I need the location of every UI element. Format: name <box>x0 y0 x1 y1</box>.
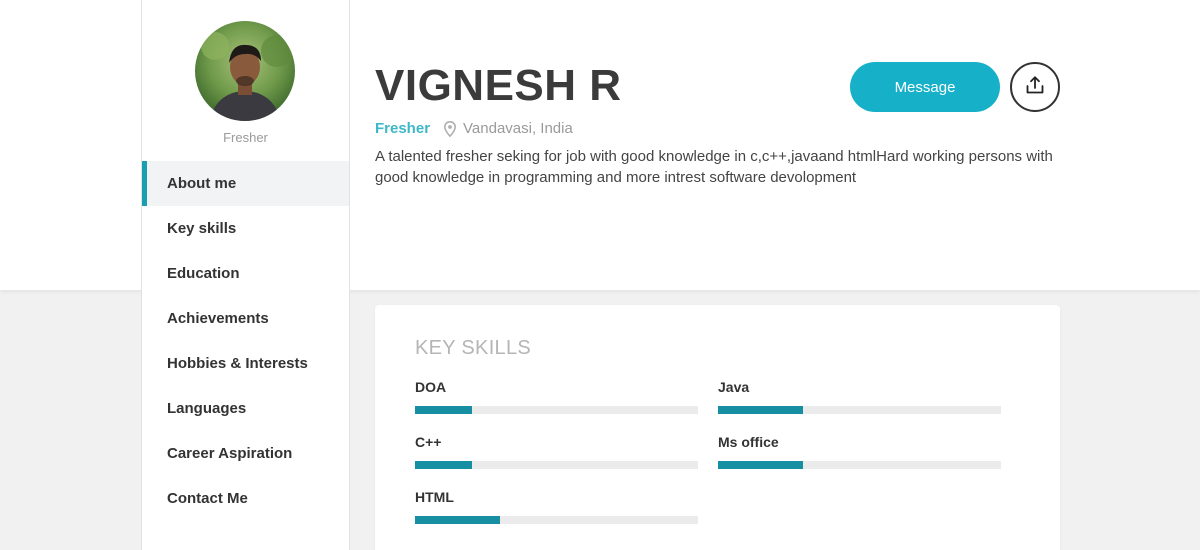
avatar-caption: Fresher <box>223 130 268 145</box>
skill-name: HTML <box>415 489 454 505</box>
sidebar-item-hobbies-interests[interactable]: Hobbies & Interests <box>142 341 349 386</box>
skill-progress-fill <box>415 406 472 414</box>
skill-progress-fill <box>718 406 803 414</box>
profile-name: VIGNESH R <box>375 61 622 110</box>
share-upload-icon <box>1025 75 1045 100</box>
skill-item: Java <box>718 379 1001 424</box>
share-button[interactable] <box>1010 62 1060 112</box>
skill-progress-fill <box>718 461 803 469</box>
sidebar-item-about-me[interactable]: About me <box>142 161 349 206</box>
skill-progress-fill <box>415 516 500 524</box>
sidebar: Fresher About me Key skills Education Ac… <box>141 0 350 550</box>
sidebar-item-languages[interactable]: Languages <box>142 386 349 431</box>
skill-name: DOA <box>415 379 447 395</box>
skill-progress-fill <box>415 461 472 469</box>
profile-location: Vandavasi, India <box>463 120 573 137</box>
profile-page: Fresher About me Key skills Education Ac… <box>0 0 1200 550</box>
sidebar-item-education[interactable]: Education <box>142 251 349 296</box>
sidebar-item-achievements[interactable]: Achievements <box>142 296 349 341</box>
skill-item: DOA <box>415 379 698 424</box>
profile-meta: Fresher Vandavasi, India <box>375 120 573 137</box>
key-skills-card: KEY SKILLS DOA Java C++ Ms office HTML <box>375 305 1060 550</box>
skill-progress-track <box>718 406 1001 414</box>
skill-progress-track <box>415 461 698 469</box>
skill-item: C++ <box>415 434 698 479</box>
avatar <box>195 21 295 121</box>
skill-progress-track <box>415 406 698 414</box>
profile-bio: A talented fresher seking for job with g… <box>375 148 1053 186</box>
skill-name: C++ <box>415 434 442 450</box>
location-pin-icon <box>444 120 457 137</box>
sidebar-item-contact-me[interactable]: Contact Me <box>142 476 349 521</box>
skill-progress-track <box>415 516 698 524</box>
sidebar-item-career-aspiration[interactable]: Career Aspiration <box>142 431 349 476</box>
sidebar-item-key-skills[interactable]: Key skills <box>142 206 349 251</box>
message-button[interactable]: Message <box>850 62 1000 112</box>
skill-item: HTML <box>415 489 698 534</box>
skill-progress-track <box>718 461 1001 469</box>
profile-role: Fresher <box>375 120 431 137</box>
skill-name: Ms office <box>718 434 779 450</box>
key-skills-title: KEY SKILLS <box>415 337 532 359</box>
sidebar-nav: About me Key skills Education Achievemen… <box>142 161 349 521</box>
skill-name: Java <box>718 379 750 395</box>
skill-item: Ms office <box>718 434 1001 479</box>
